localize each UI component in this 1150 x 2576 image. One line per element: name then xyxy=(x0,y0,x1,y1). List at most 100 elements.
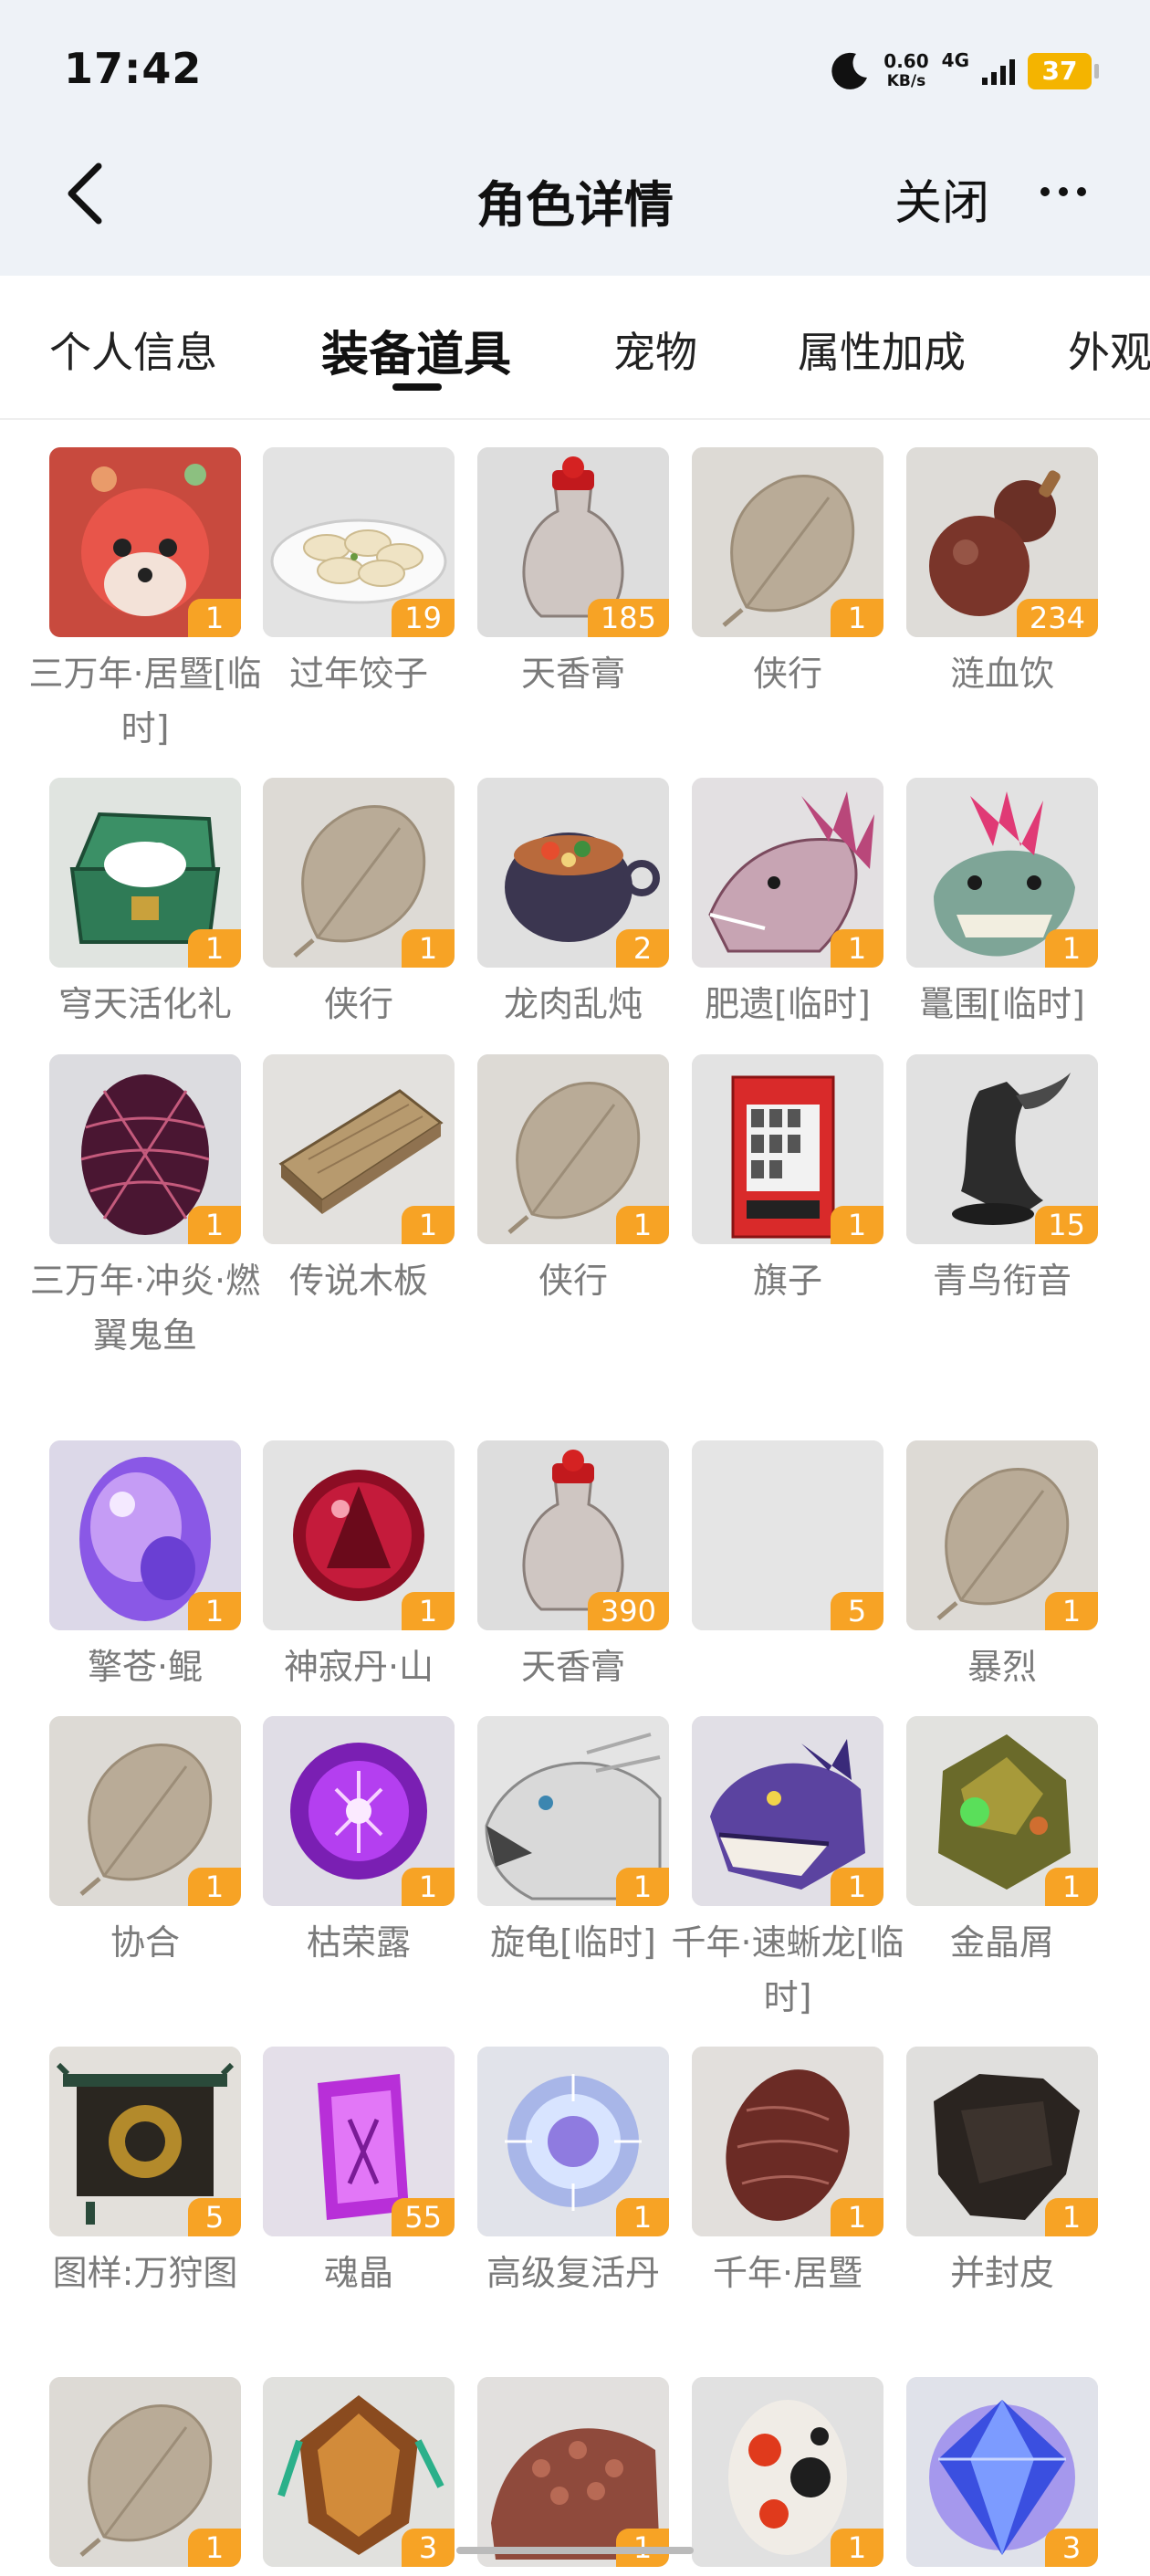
item-card[interactable]: 1 并封皮 xyxy=(906,2047,1098,2300)
item-name: 三万年·居暨[临时] xyxy=(28,654,262,749)
item-card[interactable]: 1 侠行 xyxy=(263,778,455,1031)
item-count-badge: 2 xyxy=(616,929,669,968)
item-card[interactable]: 1 擎苍·鲲 xyxy=(49,1440,241,1694)
item-name: 金晶屑 xyxy=(949,1922,1054,1963)
item-thumbnail: 1 xyxy=(49,447,241,637)
item-card[interactable]: 1 穹天活化礼 xyxy=(49,778,241,1031)
signal-type: 4G xyxy=(941,49,969,71)
item-count-badge: 1 xyxy=(831,929,883,968)
tab-personal-info[interactable]: 个人信息 xyxy=(49,319,217,380)
item-thumbnail: 1 xyxy=(263,1716,455,1906)
item-card[interactable]: 1 枯荣露 xyxy=(263,1716,455,1970)
item-card[interactable]: 5 xyxy=(692,1440,883,1639)
item-thumbnail: 1 xyxy=(906,1440,1098,1630)
item-thumbnail: 19 xyxy=(263,447,455,637)
item-thumbnail: 1 xyxy=(692,1054,883,1244)
item-card[interactable]: 55 魂晶 xyxy=(263,2047,455,2300)
item-thumbnail: 1 xyxy=(477,2377,669,2567)
item-thumbnail: 1 xyxy=(692,1716,883,1906)
home-indicator xyxy=(456,2547,694,2554)
item-card[interactable]: 3 xyxy=(906,2377,1098,2576)
item-thumbnail: 185 xyxy=(477,447,669,637)
item-count-badge: 185 xyxy=(587,599,669,637)
item-card[interactable]: 185 天香膏 xyxy=(477,447,669,701)
item-thumbnail: 1 xyxy=(49,1716,241,1906)
item-card[interactable]: 390 天香膏 xyxy=(477,1440,669,1694)
item-card[interactable]: 1 侠行 xyxy=(692,447,883,701)
net-speed-value: 0.60 xyxy=(883,50,929,72)
item-thumbnail: 1 xyxy=(49,778,241,968)
item-thumbnail: 1 xyxy=(906,2047,1098,2236)
item-thumbnail: 5 xyxy=(692,1440,883,1630)
item-count-badge: 1 xyxy=(402,1592,455,1630)
item-card[interactable]: 1 千年·居暨 xyxy=(692,2047,883,2300)
item-card[interactable]: 1 侠行 xyxy=(477,1054,669,1308)
item-count-badge: 1 xyxy=(1045,2198,1098,2236)
item-name: 旋龟[临时] xyxy=(490,1922,656,1963)
item-card[interactable]: 1 金晶屑 xyxy=(906,1716,1098,1970)
item-name: 侠行 xyxy=(752,654,822,694)
item-name: 侠行 xyxy=(323,984,393,1024)
item-thumbnail: 1 xyxy=(49,1440,241,1630)
item-card[interactable]: 1 旋龟[临时] xyxy=(477,1716,669,1970)
item-card[interactable]: 19 过年饺子 xyxy=(263,447,455,701)
item-name: 神寂丹·山 xyxy=(283,1647,434,1687)
item-count-badge: 1 xyxy=(831,2529,883,2567)
item-name: 擎苍·鲲 xyxy=(87,1647,204,1687)
item-count-badge: 1 xyxy=(831,1868,883,1906)
item-card[interactable]: 1 神寂丹·山 xyxy=(263,1440,455,1694)
item-card[interactable]: 1 xyxy=(692,2377,883,2576)
item-card[interactable]: 2 龙肉乱炖 xyxy=(477,778,669,1031)
more-options-icon[interactable] xyxy=(1040,187,1086,196)
item-count-badge: 390 xyxy=(587,1592,669,1630)
item-name: 千年·居暨 xyxy=(712,2253,863,2293)
item-card[interactable]: 1 xyxy=(49,2377,241,2576)
item-count-badge: 3 xyxy=(1045,2529,1098,2567)
item-card[interactable]: 1 千年·速蜥龙[临时] xyxy=(672,1716,904,2025)
item-count-badge: 1 xyxy=(188,1206,241,1244)
item-name: 传说木板 xyxy=(288,1261,428,1301)
item-thumbnail: 1 xyxy=(477,1716,669,1906)
battery-icon: 37 xyxy=(1028,53,1099,89)
item-card[interactable]: 1 三万年·居暨[临时] xyxy=(29,447,261,756)
item-count-badge: 5 xyxy=(188,2198,241,2236)
item-name: 魂晶 xyxy=(323,2253,393,2293)
item-count-badge: 55 xyxy=(392,2198,455,2236)
item-count-badge: 1 xyxy=(831,599,883,637)
item-thumbnail: 1 xyxy=(692,2047,883,2236)
tab-pets[interactable]: 宠物 xyxy=(613,319,697,380)
item-count-badge: 1 xyxy=(616,1206,669,1244)
item-count-badge: 1 xyxy=(188,1592,241,1630)
item-thumbnail: 3 xyxy=(263,2377,455,2567)
tab-appearance[interactable]: 外观 xyxy=(1068,319,1150,380)
item-card[interactable]: 1 旗子 xyxy=(692,1054,883,1308)
item-card[interactable]: 1 暴烈 xyxy=(906,1440,1098,1694)
item-count-badge: 1 xyxy=(188,599,241,637)
item-card[interactable]: 5 图样:万狩图 xyxy=(49,2047,241,2300)
item-thumbnail: 1 xyxy=(263,778,455,968)
item-card[interactable]: 1 高级复活丹 xyxy=(477,2047,669,2300)
item-card[interactable]: 1 三万年·冲炎·燃翼鬼鱼 xyxy=(30,1054,260,1363)
item-card[interactable]: 15 青鸟衔音 xyxy=(906,1054,1098,1308)
item-name: 穹天活化礼 xyxy=(58,984,232,1024)
item-name: 并封皮 xyxy=(949,2253,1054,2293)
item-card[interactable]: 234 涟血饮 xyxy=(906,447,1098,701)
item-card[interactable]: 1 鼍围[临时] xyxy=(906,778,1098,1031)
tab-attributes[interactable]: 属性加成 xyxy=(798,319,966,380)
top-bar: 17:42 0.60 KB/s 4G 37 角色详情 关闭 xyxy=(0,0,1150,276)
item-thumbnail: 55 xyxy=(263,2047,455,2236)
item-thumbnail: 1 xyxy=(263,1440,455,1630)
item-card[interactable]: 3 xyxy=(263,2377,455,2576)
item-thumbnail: 1 xyxy=(692,778,883,968)
item-name: 图样:万狩图 xyxy=(52,2253,238,2293)
moon-icon xyxy=(831,52,868,89)
item-name: 千年·速蜥龙[临时] xyxy=(671,1922,904,2017)
tab-equipment[interactable]: 装备道具 xyxy=(321,316,511,384)
item-card[interactable]: 1 协合 xyxy=(49,1716,241,1970)
item-thumbnail: 3 xyxy=(906,2377,1098,2567)
close-button[interactable]: 关闭 xyxy=(894,164,989,233)
item-count-badge: 1 xyxy=(1045,1868,1098,1906)
item-card[interactable]: 1 肥遗[临时] xyxy=(692,778,883,1031)
status-icons: 0.60 KB/s 4G 37 xyxy=(829,44,1099,99)
item-card[interactable]: 1 传说木板 xyxy=(263,1054,455,1308)
